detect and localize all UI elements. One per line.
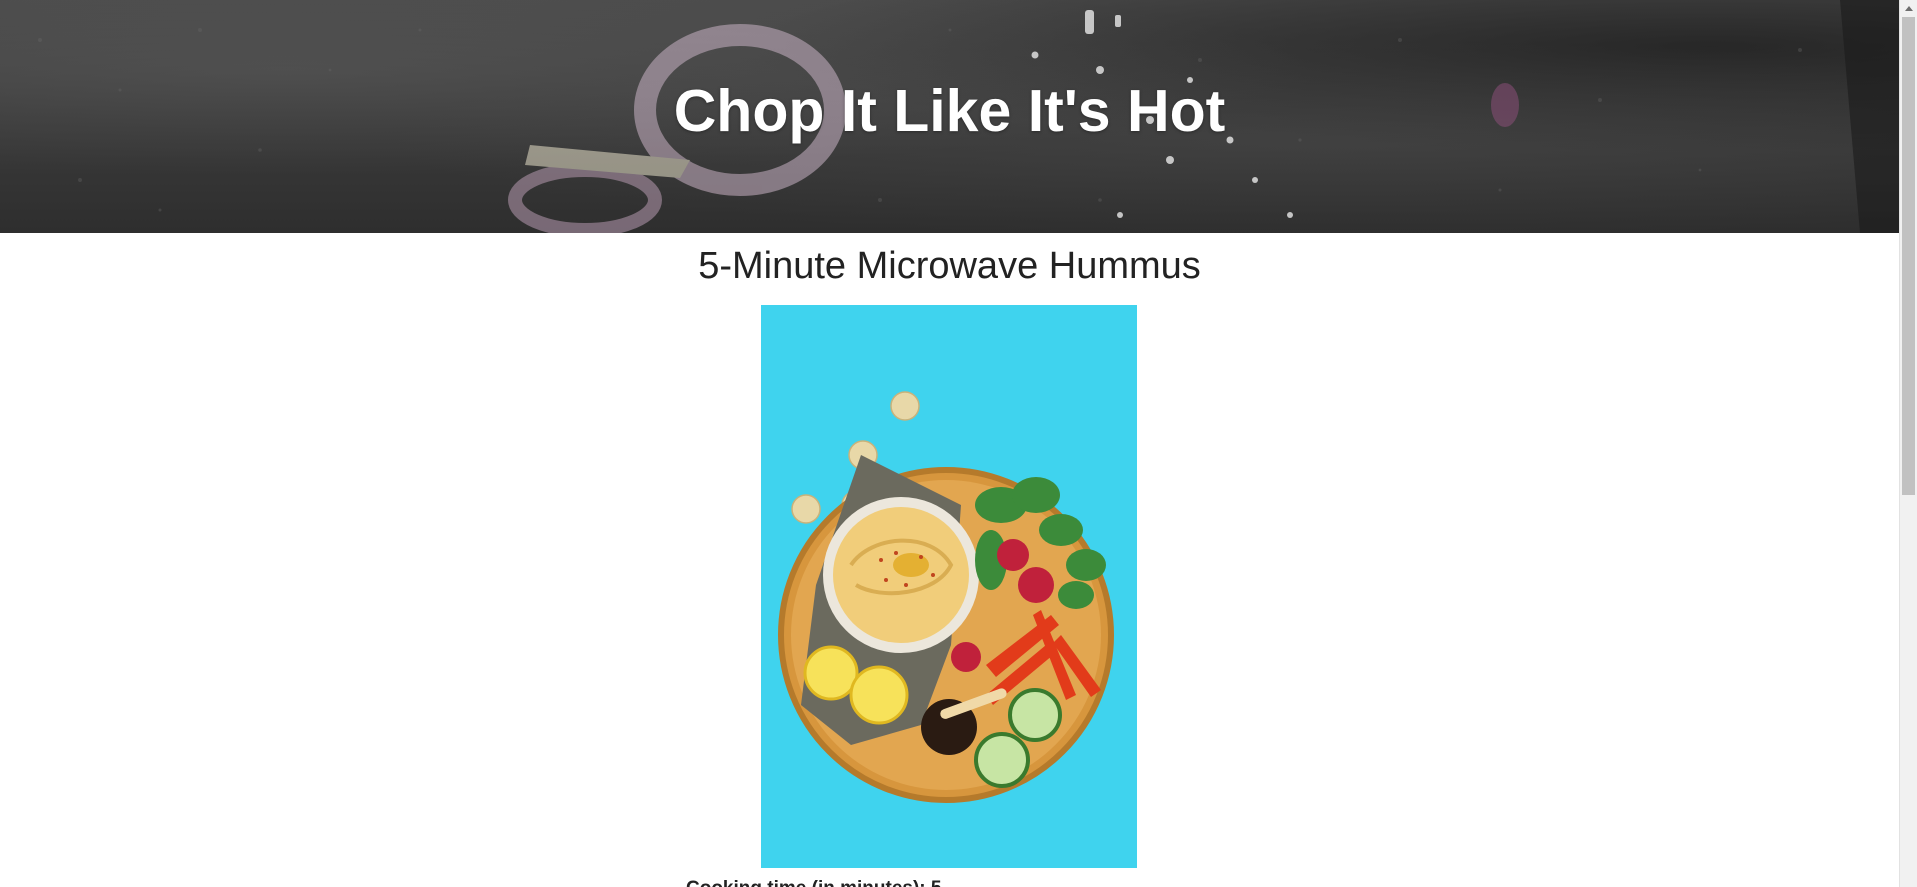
recipe-title: 5-Minute Microwave Hummus xyxy=(698,245,1201,287)
vertical-scrollbar[interactable] xyxy=(1899,0,1917,887)
cooking-time-line: Cooking time (in minutes): 5 xyxy=(686,878,941,887)
scrollbar-thumb[interactable] xyxy=(1902,17,1915,495)
hero-banner: Chop It Like It's Hot xyxy=(0,0,1899,233)
scroll-up-arrow-icon[interactable] xyxy=(1900,0,1917,17)
hummus-platter-illustration xyxy=(761,305,1137,868)
page-viewport: Chop It Like It's Hot 5-Minute Microwave… xyxy=(0,0,1899,887)
site-title: Chop It Like It's Hot xyxy=(673,78,1226,144)
recipe-image xyxy=(761,305,1137,868)
